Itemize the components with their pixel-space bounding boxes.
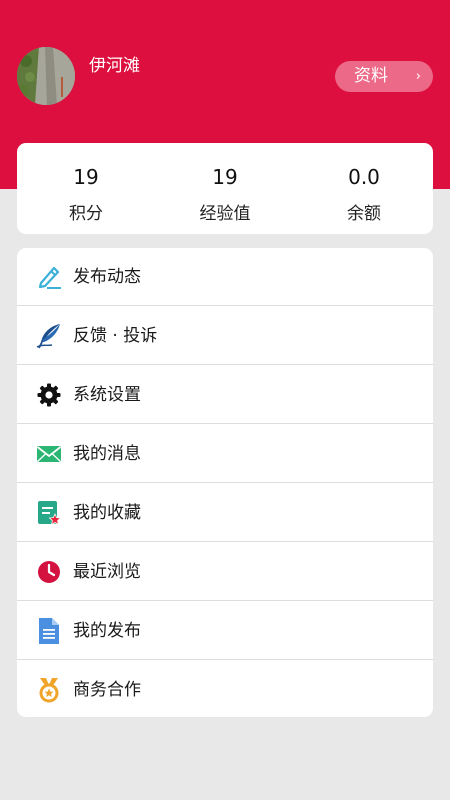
bookmark-star-icon xyxy=(36,500,62,526)
menu-item-label: 发布动态 xyxy=(73,267,141,287)
medal-icon xyxy=(36,677,62,703)
menu-item-business-cooperation[interactable]: 商务合作 xyxy=(17,661,433,717)
stat-balance[interactable]: 0.0 余额 xyxy=(295,143,433,234)
username: 伊河滩 xyxy=(89,56,140,76)
gear-icon xyxy=(36,382,62,408)
divider xyxy=(17,305,433,306)
clock-icon xyxy=(36,559,62,585)
stat-label: 余额 xyxy=(347,204,381,224)
envelope-icon xyxy=(36,441,62,467)
menu-item-settings[interactable]: 系统设置 xyxy=(17,366,433,424)
stat-label: 积分 xyxy=(69,204,103,224)
menu-item-post-update[interactable]: 发布动态 xyxy=(17,248,433,306)
stat-experience[interactable]: 19 经验值 xyxy=(156,143,294,234)
stat-value: 19 xyxy=(73,165,99,189)
menu-item-favorites[interactable]: 我的收藏 xyxy=(17,484,433,542)
divider xyxy=(17,541,433,542)
profile-button[interactable]: 资料 › xyxy=(335,61,433,92)
avatar[interactable] xyxy=(17,47,75,105)
profile-button-label: 资料 xyxy=(354,66,388,86)
quill-feather-icon xyxy=(36,323,62,349)
stat-value: 19 xyxy=(212,165,238,189)
menu-list: 发布动态 反馈 · 投诉 系统设置 我的消息 我的收藏 最近浏览 我的发布 商务… xyxy=(17,248,433,717)
menu-item-label: 反馈 · 投诉 xyxy=(73,326,158,346)
divider xyxy=(17,482,433,483)
menu-item-feedback[interactable]: 反馈 · 投诉 xyxy=(17,307,433,365)
divider xyxy=(17,423,433,424)
chevron-right-icon: › xyxy=(415,69,421,84)
pen-write-icon xyxy=(36,264,62,290)
divider xyxy=(17,659,433,660)
menu-item-label: 我的收藏 xyxy=(73,503,141,523)
menu-item-label: 商务合作 xyxy=(73,680,141,700)
stat-points[interactable]: 19 积分 xyxy=(17,143,155,234)
menu-item-label: 我的发布 xyxy=(73,621,141,641)
stat-value: 0.0 xyxy=(348,165,380,189)
avatar-photo xyxy=(17,47,75,105)
menu-item-label: 系统设置 xyxy=(73,385,141,405)
stat-label: 经验值 xyxy=(199,204,251,224)
document-icon xyxy=(36,618,62,644)
menu-item-label: 我的消息 xyxy=(73,444,141,464)
divider xyxy=(17,364,433,365)
stats-card: 19 积分 19 经验值 0.0 余额 xyxy=(17,143,433,234)
menu-item-recent-views[interactable]: 最近浏览 xyxy=(17,543,433,601)
divider xyxy=(17,600,433,601)
menu-item-messages[interactable]: 我的消息 xyxy=(17,425,433,483)
menu-item-my-posts[interactable]: 我的发布 xyxy=(17,602,433,660)
menu-item-label: 最近浏览 xyxy=(73,562,141,582)
